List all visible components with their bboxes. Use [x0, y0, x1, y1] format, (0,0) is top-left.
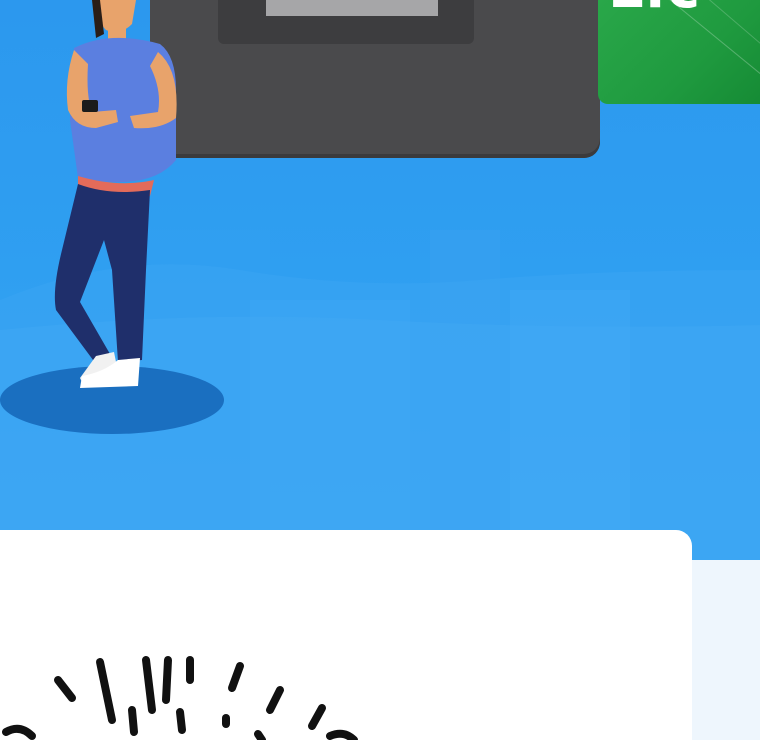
- banner-text: Lic: [608, 0, 702, 21]
- atm-screen-panel: [218, 0, 474, 44]
- atm-card-slot: [266, 0, 438, 16]
- side-panel: [692, 560, 760, 740]
- illustration-scene: Lic: [0, 0, 760, 740]
- green-banner: Lic: [598, 0, 760, 104]
- person-with-phone-figure: [0, 0, 224, 434]
- sparkle-burst-icon: [2, 656, 358, 740]
